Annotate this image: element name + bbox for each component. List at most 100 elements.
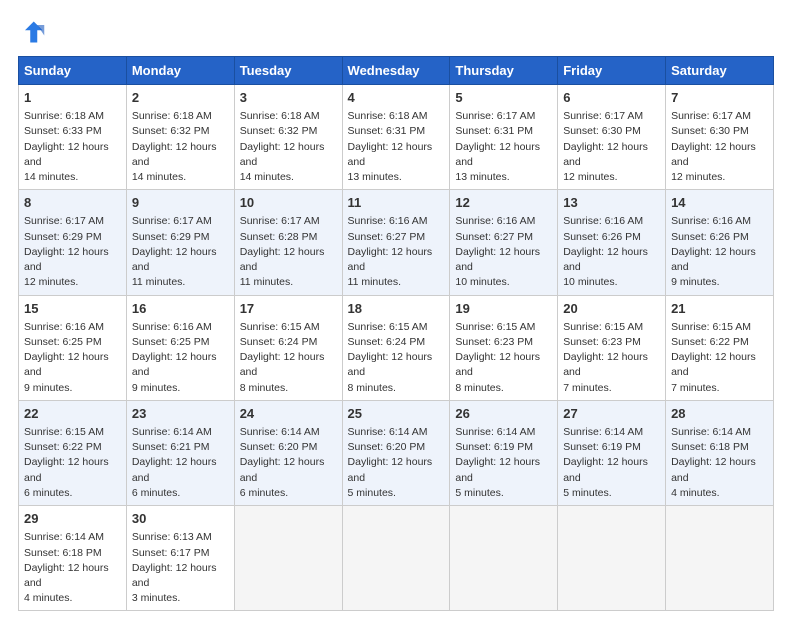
- day-info: Sunrise: 6:15 AMSunset: 6:23 PMDaylight:…: [455, 320, 552, 396]
- day-info: Sunrise: 6:16 AMSunset: 6:25 PMDaylight:…: [132, 320, 229, 396]
- day-number: 19: [455, 300, 552, 318]
- calendar-cell: 6 Sunrise: 6:17 AMSunset: 6:30 PMDaylight…: [558, 85, 666, 190]
- day-info: Sunrise: 6:16 AMSunset: 6:25 PMDaylight:…: [24, 320, 121, 396]
- day-info: Sunrise: 6:15 AMSunset: 6:22 PMDaylight:…: [671, 320, 768, 396]
- day-info: Sunrise: 6:18 AMSunset: 6:33 PMDaylight:…: [24, 109, 121, 185]
- calendar-cell: 13 Sunrise: 6:16 AMSunset: 6:26 PMDayligh…: [558, 190, 666, 295]
- day-number: 3: [240, 89, 337, 107]
- day-number: 21: [671, 300, 768, 318]
- calendar-cell: 15 Sunrise: 6:16 AMSunset: 6:25 PMDayligh…: [19, 295, 127, 400]
- day-number: 13: [563, 194, 660, 212]
- calendar-cell: 25Sunrise: 6:14 AMSunset: 6:20 PMDayligh…: [342, 400, 450, 505]
- calendar-cell: 17 Sunrise: 6:15 AMSunset: 6:24 PMDayligh…: [234, 295, 342, 400]
- calendar-cell: [342, 506, 450, 611]
- day-number: 18: [348, 300, 445, 318]
- calendar-cell: 9 Sunrise: 6:17 AMSunset: 6:29 PMDaylight…: [126, 190, 234, 295]
- calendar-cell: 7Sunrise: 6:17 AMSunset: 6:30 PMDaylight…: [666, 85, 774, 190]
- calendar-cell: [666, 506, 774, 611]
- calendar-header-row: SundayMondayTuesdayWednesdayThursdayFrid…: [19, 57, 774, 85]
- page-container: SundayMondayTuesdayWednesdayThursdayFrid…: [0, 0, 792, 621]
- calendar-week-row: 29 Sunrise: 6:14 AMSunset: 6:18 PMDayligh…: [19, 506, 774, 611]
- calendar-cell: 8 Sunrise: 6:17 AMSunset: 6:29 PMDaylight…: [19, 190, 127, 295]
- day-number: 10: [240, 194, 337, 212]
- day-number: 1: [24, 89, 121, 107]
- logo: [18, 18, 50, 46]
- weekday-header: Tuesday: [234, 57, 342, 85]
- calendar-cell: [558, 506, 666, 611]
- calendar-cell: 22Sunrise: 6:15 AMSunset: 6:22 PMDayligh…: [19, 400, 127, 505]
- day-info: Sunrise: 6:14 AMSunset: 6:19 PMDaylight:…: [563, 425, 660, 501]
- calendar-table: SundayMondayTuesdayWednesdayThursdayFrid…: [18, 56, 774, 611]
- day-info: Sunrise: 6:15 AMSunset: 6:23 PMDaylight:…: [563, 320, 660, 396]
- calendar-week-row: 1 Sunrise: 6:18 AMSunset: 6:33 PMDaylight…: [19, 85, 774, 190]
- day-number: 28: [671, 405, 768, 423]
- calendar-cell: 27 Sunrise: 6:14 AMSunset: 6:19 PMDayligh…: [558, 400, 666, 505]
- calendar-cell: 3 Sunrise: 6:18 AMSunset: 6:32 PMDaylight…: [234, 85, 342, 190]
- day-info: Sunrise: 6:18 AMSunset: 6:31 PMDaylight:…: [348, 109, 445, 185]
- day-info: Sunrise: 6:16 AMSunset: 6:26 PMDaylight:…: [563, 214, 660, 290]
- calendar-cell: 18 Sunrise: 6:15 AMSunset: 6:24 PMDayligh…: [342, 295, 450, 400]
- day-info: Sunrise: 6:18 AMSunset: 6:32 PMDaylight:…: [132, 109, 229, 185]
- day-info: Sunrise: 6:15 AMSunset: 6:24 PMDaylight:…: [348, 320, 445, 396]
- weekday-header: Wednesday: [342, 57, 450, 85]
- day-number: 24: [240, 405, 337, 423]
- day-number: 11: [348, 194, 445, 212]
- day-info: Sunrise: 6:15 AMSunset: 6:24 PMDaylight:…: [240, 320, 337, 396]
- calendar-cell: 11 Sunrise: 6:16 AMSunset: 6:27 PMDayligh…: [342, 190, 450, 295]
- day-number: 16: [132, 300, 229, 318]
- calendar-week-row: 22Sunrise: 6:15 AMSunset: 6:22 PMDayligh…: [19, 400, 774, 505]
- day-info: Sunrise: 6:15 AMSunset: 6:22 PMDaylight:…: [24, 425, 121, 501]
- day-info: Sunrise: 6:14 AMSunset: 6:18 PMDaylight:…: [24, 530, 121, 606]
- day-info: Sunrise: 6:17 AMSunset: 6:29 PMDaylight:…: [132, 214, 229, 290]
- day-info: Sunrise: 6:14 AMSunset: 6:20 PMDaylight:…: [348, 425, 445, 501]
- day-number: 8: [24, 194, 121, 212]
- calendar-cell: 2Sunrise: 6:18 AMSunset: 6:32 PMDaylight…: [126, 85, 234, 190]
- day-number: 15: [24, 300, 121, 318]
- day-info: Sunrise: 6:13 AMSunset: 6:17 PMDaylight:…: [132, 530, 229, 606]
- calendar-cell: [234, 506, 342, 611]
- day-number: 27: [563, 405, 660, 423]
- day-info: Sunrise: 6:16 AMSunset: 6:26 PMDaylight:…: [671, 214, 768, 290]
- weekday-header: Monday: [126, 57, 234, 85]
- day-number: 7: [671, 89, 768, 107]
- day-info: Sunrise: 6:17 AMSunset: 6:29 PMDaylight:…: [24, 214, 121, 290]
- weekday-header: Sunday: [19, 57, 127, 85]
- day-number: 9: [132, 194, 229, 212]
- calendar-cell: 20 Sunrise: 6:15 AMSunset: 6:23 PMDayligh…: [558, 295, 666, 400]
- day-number: 12: [455, 194, 552, 212]
- day-number: 23: [132, 405, 229, 423]
- calendar-cell: 28 Sunrise: 6:14 AMSunset: 6:18 PMDayligh…: [666, 400, 774, 505]
- day-info: Sunrise: 6:18 AMSunset: 6:32 PMDaylight:…: [240, 109, 337, 185]
- calendar-cell: 26Sunrise: 6:14 AMSunset: 6:19 PMDayligh…: [450, 400, 558, 505]
- calendar-cell: 30 Sunrise: 6:13 AMSunset: 6:17 PMDayligh…: [126, 506, 234, 611]
- calendar-cell: 14 Sunrise: 6:16 AMSunset: 6:26 PMDayligh…: [666, 190, 774, 295]
- calendar-cell: 24Sunrise: 6:14 AMSunset: 6:20 PMDayligh…: [234, 400, 342, 505]
- day-number: 4: [348, 89, 445, 107]
- day-info: Sunrise: 6:17 AMSunset: 6:31 PMDaylight:…: [455, 109, 552, 185]
- day-number: 6: [563, 89, 660, 107]
- calendar-week-row: 15 Sunrise: 6:16 AMSunset: 6:25 PMDayligh…: [19, 295, 774, 400]
- calendar-cell: 29 Sunrise: 6:14 AMSunset: 6:18 PMDayligh…: [19, 506, 127, 611]
- weekday-header: Friday: [558, 57, 666, 85]
- day-info: Sunrise: 6:14 AMSunset: 6:18 PMDaylight:…: [671, 425, 768, 501]
- day-number: 5: [455, 89, 552, 107]
- calendar-cell: [450, 506, 558, 611]
- day-info: Sunrise: 6:17 AMSunset: 6:28 PMDaylight:…: [240, 214, 337, 290]
- weekday-header: Thursday: [450, 57, 558, 85]
- day-number: 20: [563, 300, 660, 318]
- day-info: Sunrise: 6:17 AMSunset: 6:30 PMDaylight:…: [563, 109, 660, 185]
- day-info: Sunrise: 6:14 AMSunset: 6:21 PMDaylight:…: [132, 425, 229, 501]
- calendar-cell: 10 Sunrise: 6:17 AMSunset: 6:28 PMDayligh…: [234, 190, 342, 295]
- calendar-cell: 19 Sunrise: 6:15 AMSunset: 6:23 PMDayligh…: [450, 295, 558, 400]
- calendar-cell: 5 Sunrise: 6:17 AMSunset: 6:31 PMDaylight…: [450, 85, 558, 190]
- day-number: 26: [455, 405, 552, 423]
- day-number: 14: [671, 194, 768, 212]
- day-info: Sunrise: 6:16 AMSunset: 6:27 PMDaylight:…: [348, 214, 445, 290]
- calendar-week-row: 8 Sunrise: 6:17 AMSunset: 6:29 PMDaylight…: [19, 190, 774, 295]
- day-info: Sunrise: 6:16 AMSunset: 6:27 PMDaylight:…: [455, 214, 552, 290]
- day-number: 29: [24, 510, 121, 528]
- day-number: 17: [240, 300, 337, 318]
- calendar-cell: 16 Sunrise: 6:16 AMSunset: 6:25 PMDayligh…: [126, 295, 234, 400]
- calendar-cell: 1 Sunrise: 6:18 AMSunset: 6:33 PMDaylight…: [19, 85, 127, 190]
- day-number: 30: [132, 510, 229, 528]
